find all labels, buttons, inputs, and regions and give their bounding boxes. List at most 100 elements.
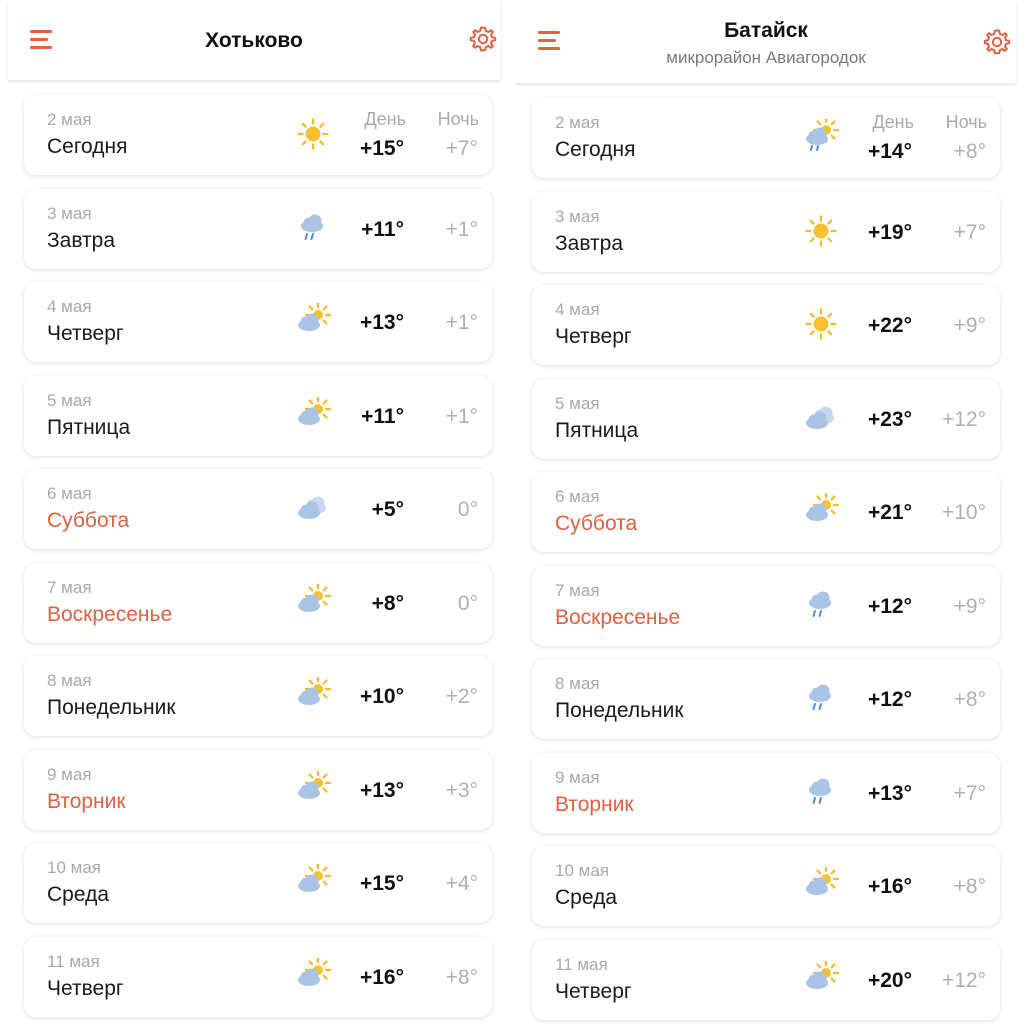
day-card[interactable]: 10 мая Среда +16° +8° [532,846,1000,926]
day-column-label: День [872,112,914,132]
day-name: Четверг [555,325,632,348]
gear-icon[interactable] [468,24,498,54]
app-header: Батайск микрорайон Авиагородок [516,0,1016,83]
partly-cloudy-icon [806,493,839,521]
city-title[interactable]: Хотьково [8,29,500,53]
day-temperature: +13° [359,778,404,802]
day-name: Четверг [47,322,124,345]
day-date: 7 мая [555,580,600,600]
day-card[interactable]: 11 мая Четверг +20° +12° [532,939,1000,1020]
day-name: Сегодня [47,135,128,158]
day-name: Суббота [555,512,638,535]
night-temperature: +9° [953,314,986,337]
night-temperature: +7° [445,137,478,160]
day-name: Суббота [47,509,130,532]
left-forecast-panel: Хотьково 2 мая Сегодня День Ночь +15° +7° 3 ма… [0,0,508,1024]
night-temperature: 0° [457,591,478,615]
day-card[interactable]: 2 мая Сегодня День Ночь +14° +8° [532,98,1000,178]
day-date: 11 мая [555,954,608,974]
day-name: Вторник [47,789,126,813]
sun-icon [805,308,837,340]
night-column-label: Ночь [437,109,479,129]
forecast-list: 2 мая Сегодня День Ночь +15° +7° 3 мая Завтра +1… [24,95,492,1024]
city-title[interactable]: Батайск [516,19,1016,43]
day-card[interactable]: 2 мая Сегодня День Ночь +15° +7° [24,95,492,175]
partly-cloudy-icon [298,303,331,331]
day-temperature: +21° [867,501,912,524]
day-temperature: +16° [867,875,912,898]
night-column-label: Ночь [945,112,987,132]
day-card[interactable]: 9 мая Вторник +13° +3° [24,749,492,830]
day-date: 9 мая [555,767,600,787]
partly-cloudy-icon [298,583,331,612]
day-column-label: День [364,109,406,129]
night-temperature: +3° [445,778,478,802]
day-card[interactable]: 6 мая Суббота +21° +10° [532,472,1000,552]
day-temperature: +11° [361,404,404,428]
day-name: Вторник [555,792,634,816]
night-temperature: +1° [445,404,478,428]
day-temperature: +12° [867,688,912,711]
day-card[interactable]: 10 мая Среда +15° +4° [24,843,492,923]
day-temperature: +8° [371,591,404,615]
day-name: Завтра [555,231,624,255]
cloudy-icon [806,406,834,429]
partly-cloudy-icon [298,864,331,892]
night-temperature: +8° [953,688,986,711]
day-card[interactable]: 3 мая Завтра +11° +1° [24,188,492,269]
forecast-list: 2 мая Сегодня День Ночь +14° +8° 3 мая Завтра +1… [532,98,1000,1024]
day-name: Понедельник [555,699,684,722]
day-date: 8 мая [47,671,92,690]
night-temperature: +2° [445,685,478,708]
day-temperature: +13° [359,311,404,334]
day-name: Пятница [47,415,131,439]
night-temperature: +1° [445,311,478,334]
partly-cloudy-icon [298,957,331,986]
partly-cloudy-icon [298,677,331,705]
night-temperature: +8° [445,965,478,989]
night-temperature: +9° [953,594,986,618]
day-date: 11 мая [47,951,100,971]
sun-icon [805,214,837,247]
day-date: 3 мая [47,203,92,223]
day-date: 10 мая [555,861,609,880]
day-temperature: +20° [867,968,912,992]
day-temperature: +15° [359,872,404,895]
day-date: 9 мая [47,764,92,784]
day-card[interactable]: 5 мая Пятница +11° +1° [24,375,492,456]
day-date: 3 мая [555,206,600,226]
day-date: 5 мая [555,393,600,413]
gear-icon[interactable] [982,27,1012,57]
day-card[interactable]: 4 мая Четверг +22° +9° [532,285,1000,365]
rain-icon [301,214,323,240]
night-temperature: +4° [445,872,478,895]
day-temperature: +12° [867,594,912,618]
day-card[interactable]: 4 мая Четверг +13° +1° [24,282,492,362]
day-card[interactable]: 8 мая Понедельник +10° +2° [24,656,492,736]
partly-cloudy-icon [806,867,839,895]
day-card[interactable]: 8 мая Понедельник +12° +8° [532,659,1000,739]
day-card[interactable]: 11 мая Четверг +16° +8° [24,936,492,1017]
partly-cloudy-icon [298,396,331,425]
night-temperature: +7° [953,220,986,244]
day-temperature: +23° [867,407,912,431]
rain-icon [809,684,831,710]
day-name: Понедельник [47,696,176,719]
night-temperature: +8° [953,140,986,163]
day-card[interactable]: 3 мая Завтра +19° +7° [532,191,1000,272]
day-name: Завтра [47,228,116,252]
day-card[interactable]: 6 мая Суббота +5° 0° [24,469,492,549]
day-date: 7 мая [47,577,92,597]
day-temperature: +13° [867,781,912,805]
day-card[interactable]: 7 мая Воскресенье +8° 0° [24,562,492,643]
app-header: Хотьково [8,0,500,80]
rain-icon [809,778,831,804]
right-forecast-panel: Батайск микрорайон Авиагородок 2 мая Сего… [516,0,1024,1024]
day-card[interactable]: 7 мая Воскресенье +12° +9° [532,565,1000,646]
day-card[interactable]: 5 мая Пятница +23° +12° [532,378,1000,459]
day-name: Воскресенье [47,602,173,626]
day-card[interactable]: 9 мая Вторник +13° +7° [532,752,1000,833]
day-temperature: +14° [867,140,912,163]
night-temperature: +1° [445,217,478,241]
night-temperature: 0° [457,498,478,521]
